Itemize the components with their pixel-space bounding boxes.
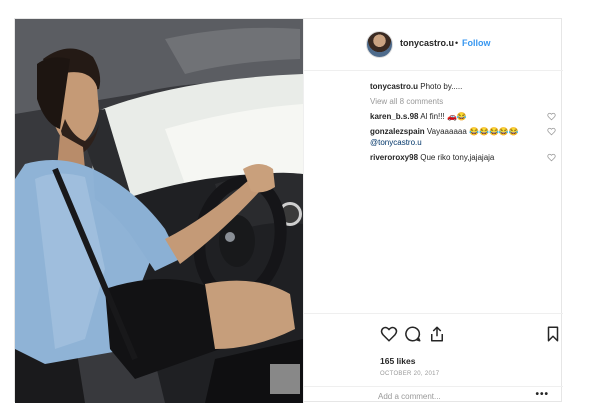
post-caption: tonycastro.u Photo by..... (370, 81, 558, 92)
heart-icon[interactable] (547, 153, 556, 162)
caption-text: Photo by..... (418, 82, 463, 91)
comment-mention[interactable]: @tonycastro.u (370, 138, 422, 147)
comment-emoji: 🚗😂 (446, 112, 467, 121)
share-icon[interactable] (428, 325, 446, 343)
caption-username[interactable]: tonycastro.u (370, 82, 418, 91)
post-photo[interactable] (15, 19, 303, 403)
comment-username[interactable]: riveroroxy98 (370, 153, 418, 162)
comment-icon[interactable] (404, 325, 422, 343)
likes-count[interactable]: 165 likes (380, 356, 415, 366)
post-header: tonycastro.u • Follow (304, 19, 563, 71)
heart-icon[interactable] (547, 127, 556, 136)
avatar[interactable] (366, 31, 393, 58)
bookmark-icon[interactable] (544, 325, 562, 343)
comment-item: riveroroxy98 Que riko tony,jajajaja (370, 152, 558, 163)
add-comment-bar: ••• (304, 386, 563, 404)
comment-emoji: 😂😂😂😂😂 (469, 127, 519, 136)
comment-text: Vayaaaaaa (424, 127, 470, 136)
follow-button[interactable]: Follow (462, 38, 491, 48)
comment-text: Al fin!!! (418, 112, 447, 121)
comment-item: karen_b.s.98 Al fin!!! 🚗😂 (370, 111, 558, 122)
post-container: tonycastro.u • Follow tonycastro.u Photo… (14, 18, 563, 403)
comment-text: Que riko tony,jajajaja (418, 153, 495, 162)
comment-username[interactable]: karen_b.s.98 (370, 112, 418, 121)
post-username[interactable]: tonycastro.u (400, 38, 454, 48)
post-sidebar: tonycastro.u • Follow tonycastro.u Photo… (303, 19, 563, 403)
header-separator: • (455, 38, 459, 48)
post-actions: 165 likes OCTOBER 20, 2017 ••• (304, 313, 563, 403)
post-date: OCTOBER 20, 2017 (380, 371, 440, 377)
comments-section: tonycastro.u Photo by..... View all 8 co… (370, 81, 558, 163)
comment-item: gonzalezspain Vayaaaaaa 😂😂😂😂😂 @tonycastr… (370, 126, 558, 148)
view-all-comments-link[interactable]: View all 8 comments (370, 96, 558, 107)
heart-icon[interactable] (380, 325, 398, 343)
more-options-button[interactable]: ••• (535, 389, 549, 400)
comment-username[interactable]: gonzalezspain (370, 127, 425, 136)
heart-icon[interactable] (547, 112, 556, 121)
post-photo-image (15, 19, 303, 403)
add-comment-input[interactable] (378, 390, 528, 403)
